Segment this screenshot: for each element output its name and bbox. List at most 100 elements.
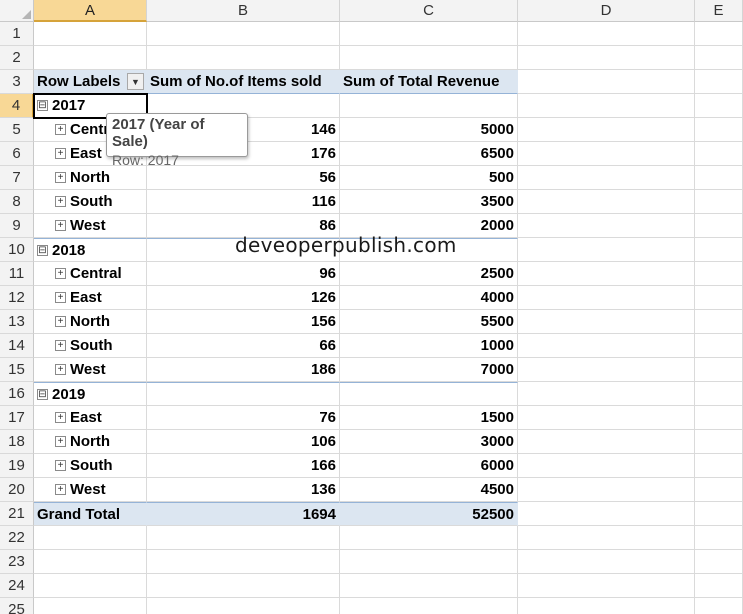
cell-a17[interactable]: + East [34, 406, 147, 430]
cell-e11[interactable] [695, 262, 743, 286]
cell-b8[interactable]: 116 [147, 190, 340, 214]
cell-c5[interactable]: 5000 [340, 118, 518, 142]
cell-c18[interactable]: 3000 [340, 430, 518, 454]
cell-e13[interactable] [695, 310, 743, 334]
cell-b17[interactable]: 76 [147, 406, 340, 430]
cell-d14[interactable] [518, 334, 695, 358]
cell-e18[interactable] [695, 430, 743, 454]
cell-d20[interactable] [518, 478, 695, 502]
expand-toggle-icon[interactable]: + [55, 340, 66, 351]
column-header-d[interactable]: D [518, 0, 695, 22]
row-header-18[interactable]: 18 [0, 430, 34, 454]
cell-e19[interactable] [695, 454, 743, 478]
cell-c12[interactable]: 4000 [340, 286, 518, 310]
cell-a11[interactable]: + Central [34, 262, 147, 286]
cell-b21[interactable]: 1694 [147, 502, 340, 526]
cell-a22[interactable] [34, 526, 147, 550]
column-header-e[interactable]: E [695, 0, 743, 22]
cell-b25[interactable] [147, 598, 340, 614]
cell-a2[interactable] [34, 46, 147, 70]
cell-b22[interactable] [147, 526, 340, 550]
cell-b15[interactable]: 186 [147, 358, 340, 382]
cell-d15[interactable] [518, 358, 695, 382]
cell-b23[interactable] [147, 550, 340, 574]
row-header-6[interactable]: 6 [0, 142, 34, 166]
cell-d9[interactable] [518, 214, 695, 238]
cell-e20[interactable] [695, 478, 743, 502]
cell-d2[interactable] [518, 46, 695, 70]
cell-b19[interactable]: 166 [147, 454, 340, 478]
cell-a13[interactable]: + North [34, 310, 147, 334]
cell-d17[interactable] [518, 406, 695, 430]
cell-e17[interactable] [695, 406, 743, 430]
cell-b3[interactable]: Sum of No.of Items sold [147, 70, 340, 94]
cell-c19[interactable]: 6000 [340, 454, 518, 478]
cell-e7[interactable] [695, 166, 743, 190]
cell-b2[interactable] [147, 46, 340, 70]
cell-e16[interactable] [695, 382, 743, 406]
cell-c24[interactable] [340, 574, 518, 598]
cell-a24[interactable] [34, 574, 147, 598]
cell-b1[interactable] [147, 22, 340, 46]
row-header-9[interactable]: 9 [0, 214, 34, 238]
cell-c22[interactable] [340, 526, 518, 550]
row-header-12[interactable]: 12 [0, 286, 34, 310]
cell-c25[interactable] [340, 598, 518, 614]
cell-d7[interactable] [518, 166, 695, 190]
row-header-23[interactable]: 23 [0, 550, 34, 574]
cell-a3[interactable]: Row Labels ▼ [34, 70, 147, 94]
expand-toggle-icon[interactable]: + [55, 124, 66, 135]
cell-d16[interactable] [518, 382, 695, 406]
row-header-17[interactable]: 17 [0, 406, 34, 430]
cell-b18[interactable]: 106 [147, 430, 340, 454]
cell-a18[interactable]: + North [34, 430, 147, 454]
cell-e23[interactable] [695, 550, 743, 574]
cell-b7[interactable]: 56 [147, 166, 340, 190]
cell-c17[interactable]: 1500 [340, 406, 518, 430]
cell-c7[interactable]: 500 [340, 166, 518, 190]
cell-c8[interactable]: 3500 [340, 190, 518, 214]
cell-a14[interactable]: + South [34, 334, 147, 358]
cell-c1[interactable] [340, 22, 518, 46]
cell-b24[interactable] [147, 574, 340, 598]
row-header-8[interactable]: 8 [0, 190, 34, 214]
row-header-1[interactable]: 1 [0, 22, 34, 46]
cell-a21[interactable]: Grand Total [34, 502, 147, 526]
cell-b14[interactable]: 66 [147, 334, 340, 358]
cell-d1[interactable] [518, 22, 695, 46]
cell-d25[interactable] [518, 598, 695, 614]
expand-toggle-icon[interactable]: + [55, 436, 66, 447]
cell-d8[interactable] [518, 190, 695, 214]
expand-toggle-icon[interactable]: + [55, 148, 66, 159]
cell-e25[interactable] [695, 598, 743, 614]
cell-b12[interactable]: 126 [147, 286, 340, 310]
cell-c14[interactable]: 1000 [340, 334, 518, 358]
row-labels-filter-dropdown[interactable]: ▼ [127, 73, 144, 90]
expand-toggle-icon[interactable]: + [55, 220, 66, 231]
row-header-22[interactable]: 22 [0, 526, 34, 550]
cell-c2[interactable] [340, 46, 518, 70]
expand-toggle-icon[interactable]: + [55, 316, 66, 327]
row-header-20[interactable]: 20 [0, 478, 34, 502]
cell-c20[interactable]: 4500 [340, 478, 518, 502]
cell-c16[interactable] [340, 382, 518, 406]
row-header-21[interactable]: 21 [0, 502, 34, 526]
cell-d3[interactable] [518, 70, 695, 94]
cell-b20[interactable]: 136 [147, 478, 340, 502]
cell-b16[interactable] [147, 382, 340, 406]
cell-d23[interactable] [518, 550, 695, 574]
cell-e10[interactable] [695, 238, 743, 262]
cell-e6[interactable] [695, 142, 743, 166]
cell-d22[interactable] [518, 526, 695, 550]
row-header-14[interactable]: 14 [0, 334, 34, 358]
select-all-corner[interactable] [0, 0, 34, 22]
cell-a8[interactable]: + South [34, 190, 147, 214]
cell-a9[interactable]: + West [34, 214, 147, 238]
row-header-25[interactable]: 25 [0, 598, 34, 614]
expand-toggle-icon[interactable]: + [55, 484, 66, 495]
cell-e9[interactable] [695, 214, 743, 238]
cell-a15[interactable]: + West [34, 358, 147, 382]
row-header-5[interactable]: 5 [0, 118, 34, 142]
column-header-c[interactable]: C [340, 0, 518, 22]
expand-toggle-icon[interactable]: + [55, 196, 66, 207]
